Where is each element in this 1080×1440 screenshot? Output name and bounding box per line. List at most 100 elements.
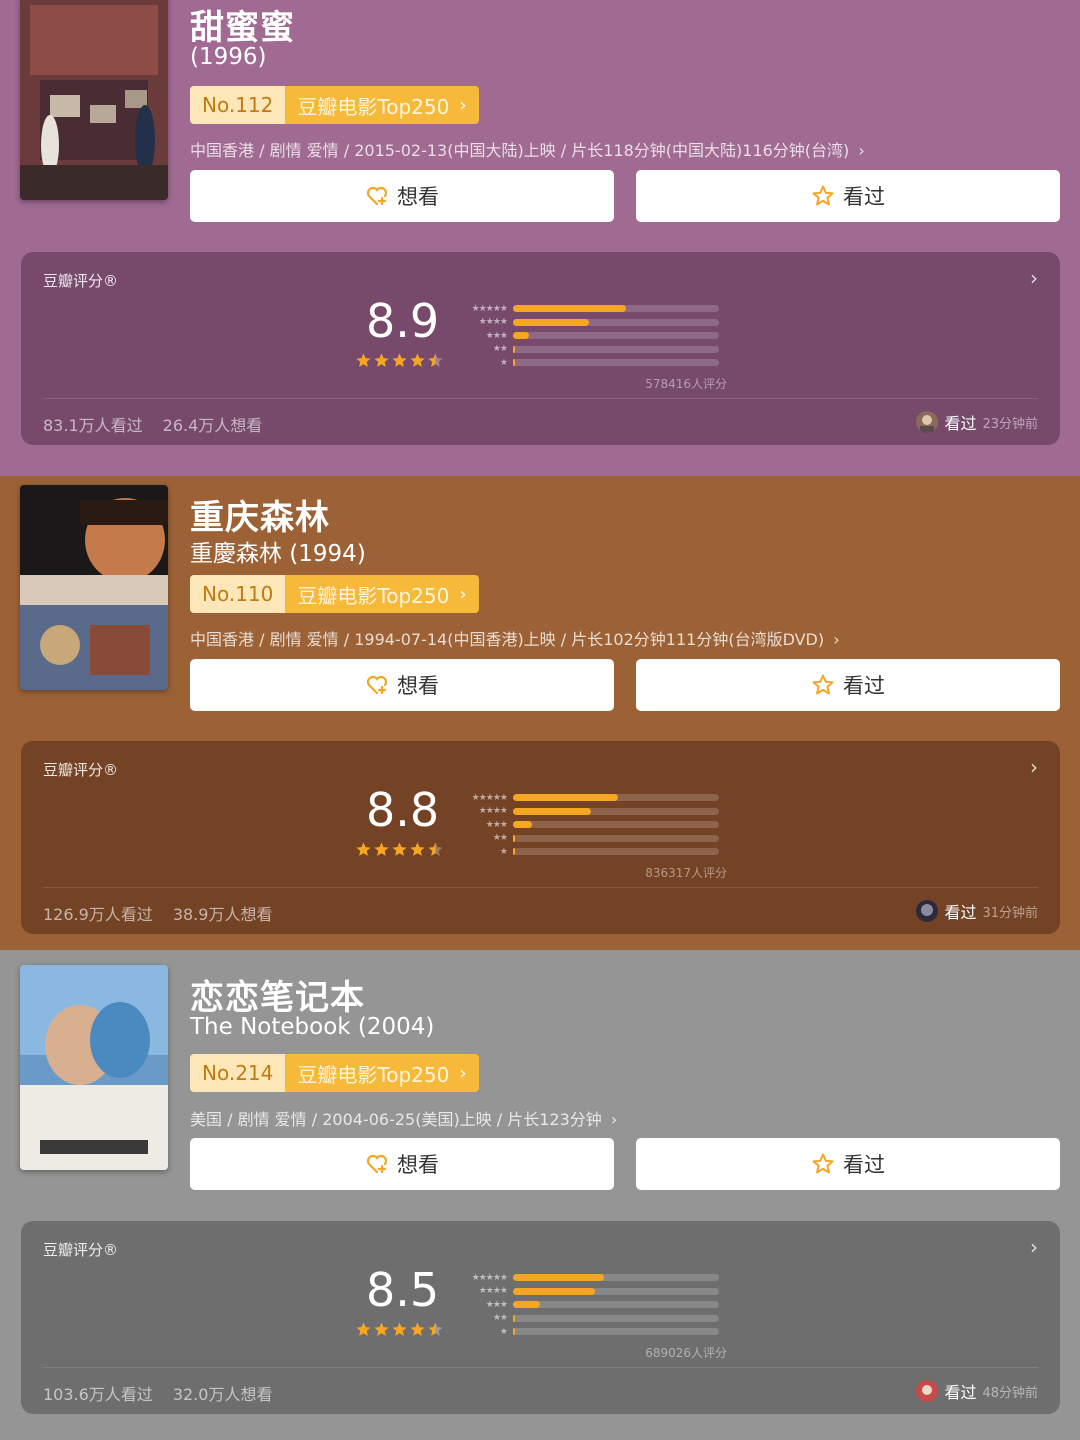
star-level-icon: ★ xyxy=(499,1326,508,1337)
watched-button[interactable]: 看过 xyxy=(636,659,1060,711)
divider xyxy=(43,887,1038,888)
movie-meta[interactable]: 美国 / 剧情 爱情 / 2004-06-25(美国)上映 / 片长123分钟 … xyxy=(190,1106,1062,1130)
distribution-bar xyxy=(513,834,516,842)
movie-section-2: 重庆森林 重慶森林 (1994) No.110 豆瓣电影Top250 › 中国香港… xyxy=(0,476,1080,950)
star-level-icon: ★★ xyxy=(492,833,508,844)
distribution-row: ★★★ xyxy=(461,1298,719,1312)
recent-activity[interactable]: 看过 23分钟前 xyxy=(916,410,1038,434)
rating-distribution: ★★★★★ ★★★★ ★★★ ★★ ★ xyxy=(461,302,719,370)
top250-rank-tag[interactable]: No.112 豆瓣电影Top250 › xyxy=(190,86,479,124)
star-outline-icon xyxy=(812,185,834,206)
rank-number: No.110 xyxy=(190,575,286,613)
star-icon xyxy=(374,1322,389,1336)
recent-action: 看过 xyxy=(944,414,977,433)
douban-rating-card[interactable]: 豆瓣评分® › 8.5 ★★★★★ ★★★★ ★★★ ★★ ★ 689026人评分 10… xyxy=(21,1221,1060,1414)
movie-title: 甜蜜蜜 xyxy=(190,8,295,48)
douban-rating-card[interactable]: 豆瓣评分® › 8.9 ★★★★★ ★★★★ ★★★ ★★ ★ 578416人评分 83… xyxy=(21,252,1060,445)
chevron-right-icon: › xyxy=(853,141,865,160)
star-level-icon: ★★★ xyxy=(485,330,508,341)
distribution-row: ★★★★ xyxy=(461,1285,719,1299)
star-outline-icon xyxy=(812,674,834,695)
star-level-icon: ★★ xyxy=(492,1313,508,1324)
distribution-track xyxy=(513,794,719,802)
distribution-bar xyxy=(513,345,516,353)
chevron-right-icon[interactable]: › xyxy=(1030,755,1038,779)
poster-image xyxy=(20,965,168,1170)
movie-subtitle: The Notebook (2004) xyxy=(190,1014,435,1040)
distribution-bar xyxy=(513,848,515,856)
star-level-icon: ★★★ xyxy=(485,1299,508,1310)
recent-time: 48分钟前 xyxy=(982,1385,1038,1401)
rank-list-label: 豆瓣电影Top250 › xyxy=(285,86,479,124)
distribution-row: ★★★ xyxy=(461,329,719,343)
distribution-row: ★★★★★ xyxy=(461,1271,719,1285)
star-icon xyxy=(428,842,443,856)
movie-poster[interactable] xyxy=(20,485,168,690)
avatar xyxy=(916,1380,939,1402)
rating-score: 8.8 xyxy=(366,783,440,837)
divider xyxy=(43,398,1038,399)
douban-rating-card[interactable]: 豆瓣评分® › 8.8 ★★★★★ ★★★★ ★★★ ★★ ★ 836317人评分 12… xyxy=(21,741,1060,934)
watched-button[interactable]: 看过 xyxy=(636,170,1060,222)
distribution-track xyxy=(513,1274,719,1282)
rating-distribution: ★★★★★ ★★★★ ★★★ ★★ ★ xyxy=(461,791,719,859)
chevron-right-icon[interactable]: › xyxy=(1030,266,1038,290)
chevron-right-icon: › xyxy=(459,94,467,116)
distribution-track xyxy=(513,318,719,326)
star-level-icon: ★★★★ xyxy=(478,1286,508,1297)
star-level-icon: ★ xyxy=(499,357,508,368)
distribution-track xyxy=(513,1301,719,1309)
movie-title: 重庆森林 xyxy=(190,498,330,538)
star-icon xyxy=(356,353,371,367)
star-icon xyxy=(428,1322,443,1336)
movie-poster[interactable] xyxy=(20,965,168,1170)
watched-count: 83.1万人看过 xyxy=(43,416,143,435)
recent-activity[interactable]: 看过 48分钟前 xyxy=(916,1379,1038,1403)
distribution-row: ★ xyxy=(461,1325,719,1339)
top250-rank-tag[interactable]: No.110 豆瓣电影Top250 › xyxy=(190,575,479,613)
movie-poster[interactable] xyxy=(20,0,168,200)
star-level-icon: ★ xyxy=(499,846,508,857)
distribution-bar xyxy=(513,1314,516,1322)
movie-meta[interactable]: 中国香港 / 剧情 爱情 / 2015-02-13(中国大陆)上映 / 片长11… xyxy=(190,137,1062,161)
star-icon xyxy=(428,353,443,367)
want-to-watch-button[interactable]: 想看 xyxy=(190,170,614,222)
distribution-row: ★★★★ xyxy=(461,805,719,819)
chevron-right-icon: › xyxy=(828,630,840,649)
recent-time: 31分钟前 xyxy=(982,905,1038,921)
chevron-right-icon: › xyxy=(605,1110,618,1129)
distribution-track xyxy=(513,332,719,340)
recent-activity[interactable]: 看过 31分钟前 xyxy=(916,899,1038,923)
top250-rank-tag[interactable]: No.214 豆瓣电影Top250 › xyxy=(190,1054,479,1092)
distribution-track xyxy=(513,821,719,829)
distribution-row: ★★★★★ xyxy=(461,791,719,805)
rank-list-label: 豆瓣电影Top250 › xyxy=(285,1054,479,1092)
movie-subtitle: 重慶森林 (1994) xyxy=(190,541,366,567)
distribution-bar xyxy=(513,794,619,802)
rating-votes: 836317人评分 xyxy=(645,866,727,880)
divider xyxy=(43,1367,1038,1368)
star-icon xyxy=(356,842,371,856)
avatar xyxy=(916,411,939,433)
movie-subtitle: (1996) xyxy=(190,44,267,70)
distribution-bar xyxy=(513,1287,596,1295)
watched-count: 103.6万人看过 xyxy=(43,1385,153,1404)
watched-button[interactable]: 看过 xyxy=(636,1138,1060,1190)
rating-votes: 689026人评分 xyxy=(645,1346,727,1360)
star-icon xyxy=(374,353,389,367)
want-to-watch-button[interactable]: 想看 xyxy=(190,1138,614,1190)
want-count: 32.0万人想看 xyxy=(172,1385,273,1404)
movie-meta[interactable]: 中国香港 / 剧情 爱情 / 1994-07-14(中国香港)上映 / 片长10… xyxy=(190,626,1062,650)
movie-section-3: 恋恋笔记本 The Notebook (2004) No.214 豆瓣电影Top… xyxy=(0,950,1080,1440)
distribution-bar xyxy=(513,332,530,340)
distribution-track xyxy=(513,848,719,856)
star-icon xyxy=(392,842,407,856)
want-to-watch-button[interactable]: 想看 xyxy=(190,659,614,711)
rating-label: 豆瓣评分® xyxy=(43,761,119,779)
heart-plus-icon xyxy=(366,675,388,695)
star-level-icon: ★★★★★ xyxy=(471,1272,508,1283)
rating-stars xyxy=(355,1321,444,1338)
chevron-right-icon[interactable]: › xyxy=(1030,1235,1038,1259)
watch-counts: 126.9万人看过 38.9万人想看 xyxy=(43,901,272,925)
rating-score: 8.5 xyxy=(366,1263,440,1317)
